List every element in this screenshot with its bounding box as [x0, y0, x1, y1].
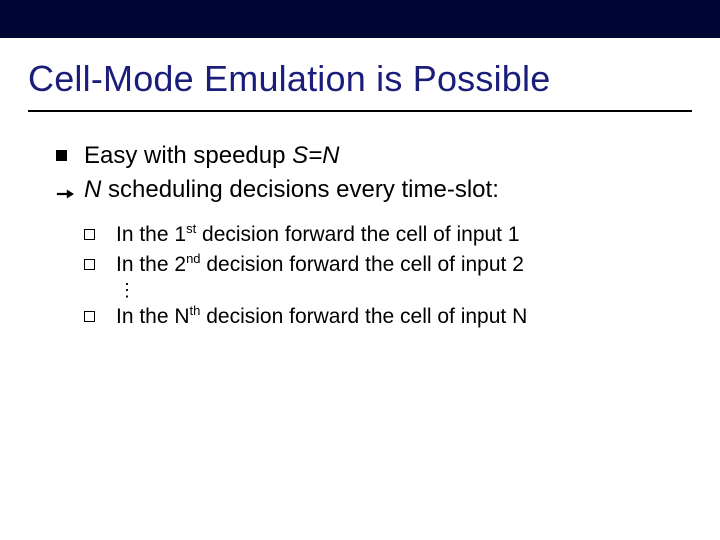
sub-bullet-n: In the Nth decision forward the cell of …: [84, 303, 680, 331]
sub1-sup: st: [186, 221, 196, 236]
top-bar: [0, 0, 720, 38]
bullet-2: N scheduling decisions every time-slot:: [56, 174, 680, 206]
sub-bullet-1-text: In the 1st decision forward the cell of …: [116, 221, 520, 249]
bullet-1-expr: S=N: [292, 142, 339, 169]
sub1-part-b: decision forward the cell of input 1: [196, 223, 519, 246]
sub1-part-a: In the 1: [116, 223, 186, 246]
sub2-part-a: In the 2: [116, 253, 186, 276]
bullet-2-var: N: [84, 176, 101, 203]
sub-bullet-n-text: In the Nth decision forward the cell of …: [116, 303, 527, 331]
bullet-1-prefix: Easy with speedup: [84, 142, 292, 169]
bullet-1: Easy with speedup S=N: [56, 140, 680, 172]
bullet-1-text: Easy with speedup S=N: [84, 140, 680, 172]
sub2-sup: nd: [186, 251, 200, 266]
arrow-bullet-icon: [56, 174, 84, 206]
sub-bullet-1: In the 1st decision forward the cell of …: [84, 221, 680, 249]
slide-body: Easy with speedup S=N N scheduling decis…: [0, 112, 720, 332]
subn-part-a: In the N: [116, 305, 190, 328]
hollow-square-icon: [84, 251, 116, 279]
sub-bullet-2-text: In the 2nd decision forward the cell of …: [116, 251, 524, 279]
bullet-2-text: N scheduling decisions every time-slot:: [84, 174, 680, 206]
slide-title: Cell-Mode Emulation is Possible: [0, 38, 720, 108]
square-bullet-icon: [56, 140, 84, 172]
sub-bullet-2: In the 2nd decision forward the cell of …: [84, 251, 680, 279]
vertical-ellipsis-icon: ⋮: [118, 285, 680, 295]
subn-sup: th: [190, 303, 201, 318]
hollow-square-icon: [84, 221, 116, 249]
subn-part-b: decision forward the cell of input N: [200, 305, 527, 328]
slide: Cell-Mode Emulation is Possible Easy wit…: [0, 0, 720, 540]
hollow-square-icon: [84, 303, 116, 331]
bullet-2-rest: scheduling decisions every time-slot:: [101, 176, 499, 203]
sub-bullets: In the 1st decision forward the cell of …: [84, 221, 680, 332]
sub2-part-b: decision forward the cell of input 2: [201, 253, 524, 276]
